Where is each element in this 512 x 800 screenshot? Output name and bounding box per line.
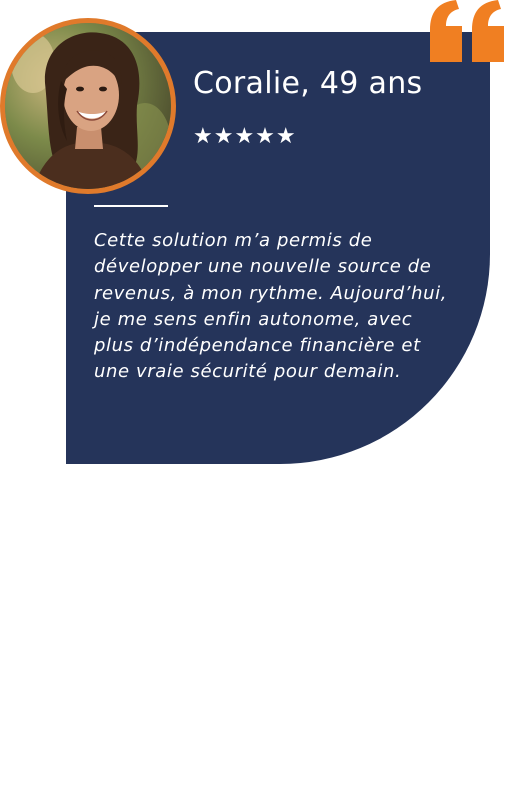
quote-mark-icon — [430, 0, 504, 62]
star-rating: ★★★★★ — [193, 124, 297, 149]
testimonial-name: Coralie, 49 ans — [193, 66, 423, 101]
testimonial-section: Coralie, 49 ans ★★★★★ Cette solution m’a… — [0, 0, 512, 800]
avatar — [0, 18, 176, 194]
divider — [94, 205, 168, 207]
avatar-photo — [5, 23, 171, 189]
testimonial-quote: Cette solution m’a permis de développer … — [94, 230, 448, 383]
